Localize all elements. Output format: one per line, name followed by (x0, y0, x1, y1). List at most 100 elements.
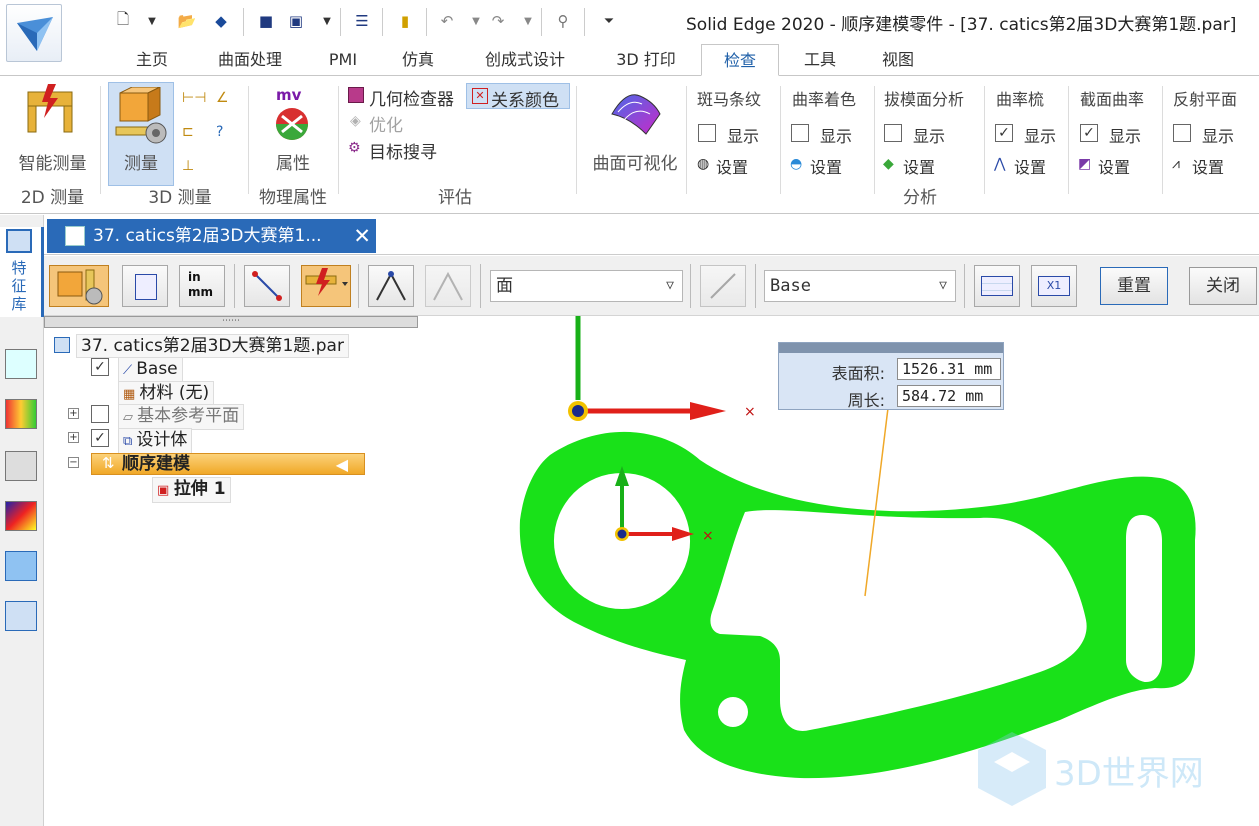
smart-measure-mode-button[interactable] (301, 265, 351, 307)
tab-tools[interactable]: 工具 (792, 44, 848, 76)
curvature-comb-settings-button[interactable]: 设置 (1014, 154, 1046, 178)
separator (480, 264, 481, 308)
tab-3d-print[interactable]: 3D 打印 (606, 44, 686, 76)
new-icon[interactable]: 🗋 (112, 10, 134, 32)
appearance-tab-icon[interactable] (5, 501, 37, 531)
link-icon[interactable]: ⚲ (552, 10, 574, 32)
tree-item-base[interactable]: ⟋ Base (118, 357, 183, 383)
point-to-point-button[interactable] (244, 265, 290, 307)
tab-view[interactable]: 视图 (870, 44, 926, 76)
section-curvature-settings-icon[interactable]: ◩ (1078, 156, 1091, 172)
rollback-bar-icon[interactable]: ◀ (336, 455, 348, 474)
customize-icon[interactable]: ⏷ (598, 10, 620, 32)
dropdown-icon[interactable]: ▼ (517, 10, 539, 32)
tab-inspect[interactable]: 检查 (701, 44, 779, 76)
expand-design-body[interactable]: + (68, 432, 79, 443)
expand-reference-planes[interactable]: + (68, 408, 79, 419)
coordinate-system-combo[interactable]: Base ▽ (764, 270, 956, 302)
direction-button[interactable] (700, 265, 746, 307)
inquire-element-icon[interactable]: ? (216, 124, 236, 142)
tree-item-reference-planes[interactable]: ▱ 基本参考平面 (118, 404, 245, 430)
undo-icon[interactable]: ↶ (436, 10, 458, 32)
reset-button[interactable]: 重置 (1100, 267, 1168, 305)
measure-button[interactable]: 测量 (108, 82, 174, 186)
smart-measure-button[interactable] (22, 84, 82, 144)
layers-tab-icon[interactable] (5, 349, 37, 379)
redo-icon[interactable]: ↷ (487, 10, 509, 32)
copy-results-button[interactable]: X1 (1031, 265, 1077, 307)
target-search-button[interactable]: ⚙ 目标搜寻 (348, 138, 448, 163)
zebra-settings-icon[interactable]: ◍ (697, 156, 709, 172)
draft-face-analysis-settings-button[interactable]: 设置 (903, 154, 935, 178)
gear-icon[interactable] (5, 601, 37, 631)
reflective-plane-settings-icon[interactable]: ⩘ (1172, 156, 1180, 172)
measure-angle-icon[interactable]: ∠ (216, 90, 236, 108)
print-icon[interactable]: ◆ (210, 10, 232, 32)
document-tab[interactable]: 37. catics第2届3D大赛第1... ✕ (47, 219, 376, 253)
animation-tab-icon[interactable] (5, 451, 37, 481)
measurement-result-box[interactable]: 表面积: 1526.31 mm 周长: 584.72 mm (778, 342, 1004, 410)
measure-minimum-icon[interactable]: ⊏ (182, 124, 202, 142)
curvature-shading-show-checkbox[interactable] (791, 124, 809, 142)
dropdown-icon[interactable]: ▼ (316, 10, 338, 32)
units-button[interactable]: in mm (179, 265, 225, 307)
surface-visualization-button[interactable] (606, 84, 662, 138)
draft-face-settings-icon[interactable]: ◆ (883, 156, 894, 172)
section-curvature-settings-button[interactable]: 设置 (1098, 154, 1130, 178)
dropdown-icon[interactable]: ▼ (465, 10, 487, 32)
group-analysis: 分析 (903, 188, 937, 208)
separator (755, 264, 756, 308)
relationship-color-button[interactable]: ✕ 关系颜色 (466, 83, 570, 111)
save-icon[interactable]: ■ (255, 10, 277, 32)
zebra-stripes-show-checkbox[interactable] (698, 124, 716, 142)
family-of-parts-tab-icon[interactable] (5, 551, 37, 581)
reflective-plane-settings-button[interactable]: 设置 (1192, 154, 1224, 178)
dropdown-icon[interactable]: ▼ (141, 10, 163, 32)
save-all-icon[interactable]: ▣ (285, 10, 307, 32)
reference-planes-checkbox[interactable] (91, 405, 109, 423)
tree-item-design-body[interactable]: ⧉ 设计体 (118, 428, 193, 454)
curvature-comb-show-checkbox[interactable]: ✓ (995, 124, 1013, 142)
tab-pmi[interactable]: PMI (318, 44, 368, 76)
minimum-distance-button[interactable] (425, 265, 471, 307)
normal-distance-button[interactable] (368, 265, 414, 307)
tab-home[interactable]: 主页 (124, 44, 180, 76)
measure-distance-icon[interactable]: ⊢⊣ (182, 90, 206, 108)
base-checkbox[interactable]: ✓ (91, 358, 109, 376)
tree-item-ordered-modeling[interactable]: ⇅ 顺序建模 ◀ (91, 453, 365, 475)
design-body-checkbox[interactable]: ✓ (91, 429, 109, 447)
tree-item-material[interactable]: ▦ 材料 (无) (118, 381, 215, 407)
open-icon[interactable]: 📂 (176, 10, 198, 32)
curvature-shading-settings-button[interactable]: 设置 (810, 154, 842, 178)
select-filter-combo[interactable]: 面 ▽ (490, 270, 683, 302)
curvature-shading-settings-icon[interactable]: ◓ (790, 156, 802, 172)
curvature-comb-settings-icon[interactable]: ⋀ (994, 156, 1005, 172)
reflective-plane-show-checkbox[interactable] (1173, 124, 1191, 142)
sensors-tab-icon[interactable] (5, 399, 37, 429)
options-button[interactable] (122, 265, 168, 307)
perimeter-row: 周长: 584.72 mm (779, 384, 1003, 410)
feature-library-tab[interactable]: 特征库 (0, 227, 44, 317)
tab-surfacing[interactable]: 曲面处理 (205, 44, 295, 76)
section-curvature-show-checkbox[interactable]: ✓ (1080, 124, 1098, 142)
tab-simulation[interactable]: 仿真 (390, 44, 446, 76)
draft-face-analysis-show-checkbox[interactable] (884, 124, 902, 142)
measure-normal-icon[interactable]: ⊥ (182, 158, 202, 176)
pane-resize-handle[interactable]: ⋯⋯ (44, 316, 418, 328)
collapse-ordered-modeling[interactable]: − (68, 457, 79, 468)
show-results-button[interactable] (974, 265, 1020, 307)
tree-root[interactable]: 37. catics第2届3D大赛第1题.par (52, 334, 349, 358)
watermark-text: 3D世界网 (1054, 754, 1204, 794)
tab-generative-design[interactable]: 创成式设计 (470, 44, 580, 76)
notebook-icon[interactable]: ▮ (394, 10, 416, 32)
tree-item-extrude[interactable]: ▣ 拉伸 1 (152, 477, 231, 503)
zebra-stripes-settings-button[interactable]: 设置 (716, 154, 748, 178)
close-button[interactable]: 关闭 (1189, 267, 1257, 305)
result-box-drag-handle[interactable] (779, 343, 1003, 353)
physical-properties-button[interactable]: mv (270, 86, 316, 144)
measure-step-button[interactable] (49, 265, 109, 307)
geometry-inspector-button[interactable]: 几何检查器 (348, 85, 460, 110)
optimize-button[interactable]: ◈ 优化 (348, 111, 428, 136)
close-tab-icon[interactable]: ✕ (353, 219, 371, 253)
properties-icon[interactable]: ☰ (351, 10, 373, 32)
